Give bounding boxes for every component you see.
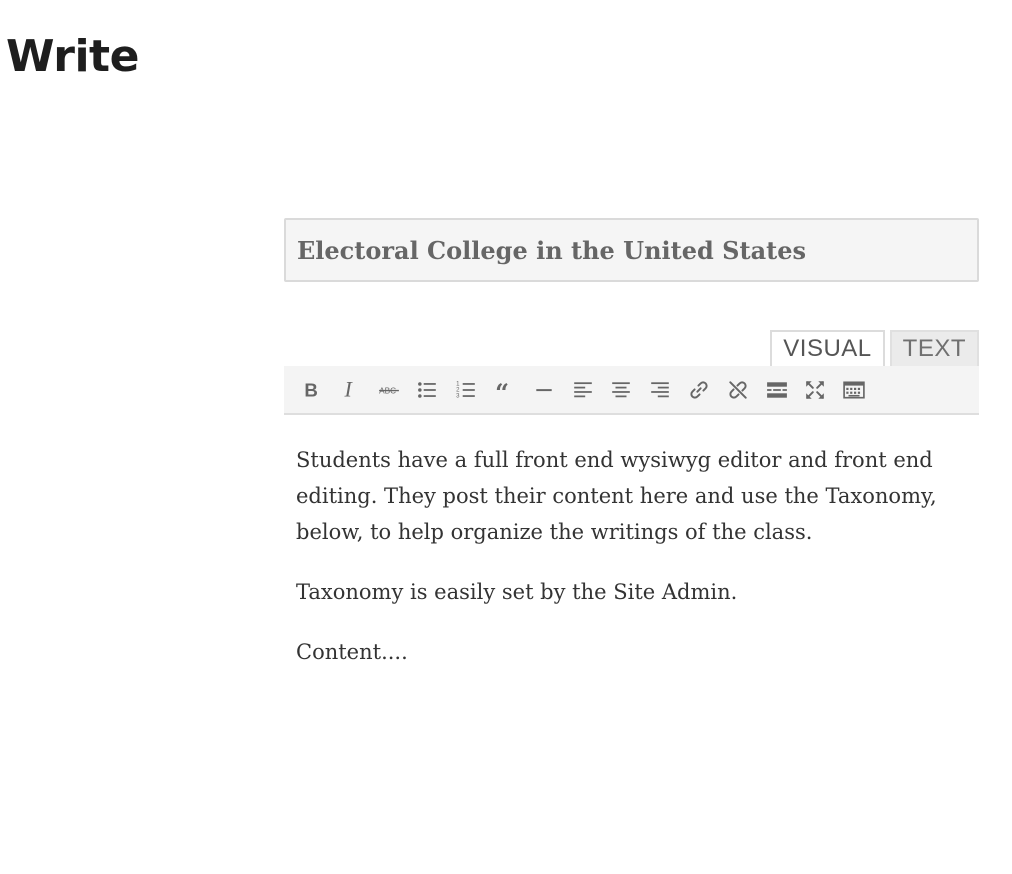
fullscreen-button[interactable] bbox=[800, 375, 830, 405]
tab-text[interactable]: TEXT bbox=[889, 330, 979, 366]
editor-toolbar: B I ABC 123 “ bbox=[284, 366, 979, 415]
horizontal-line-icon bbox=[536, 388, 552, 391]
post-title-input[interactable] bbox=[284, 218, 979, 282]
post-editor: VISUAL TEXT B I ABC 123 “ bbox=[284, 218, 979, 664]
bold-icon: B bbox=[304, 379, 318, 400]
svg-text:B: B bbox=[304, 379, 318, 400]
bold-button[interactable]: B bbox=[296, 375, 326, 405]
align-left-button[interactable] bbox=[568, 375, 598, 405]
align-right-button[interactable] bbox=[645, 375, 675, 405]
numbered-list-icon: 123 bbox=[456, 381, 475, 399]
svg-text:3: 3 bbox=[456, 393, 460, 399]
page-title: Write bbox=[6, 31, 139, 82]
bulleted-list-button[interactable] bbox=[412, 375, 442, 405]
blockquote-button[interactable]: “ bbox=[490, 375, 520, 405]
editor-content[interactable]: Students have a full front end wysiwyg e… bbox=[296, 442, 956, 694]
remove-link-icon bbox=[729, 380, 747, 399]
toolbar-toggle-icon bbox=[843, 380, 865, 399]
content-paragraph: Taxonomy is easily set by the Site Admin… bbox=[296, 580, 738, 604]
content-paragraph: Content.... bbox=[296, 640, 408, 664]
read-more-icon bbox=[766, 381, 787, 398]
align-center-button[interactable] bbox=[606, 375, 636, 405]
align-right-icon bbox=[651, 381, 669, 397]
strikethrough-icon: ABC bbox=[378, 386, 399, 395]
toolbar-toggle-button[interactable] bbox=[839, 375, 869, 405]
strikethrough-button[interactable]: ABC bbox=[374, 375, 404, 405]
italic-button[interactable]: I bbox=[335, 375, 365, 405]
tab-visual[interactable]: VISUAL bbox=[770, 330, 885, 366]
svg-text:I: I bbox=[343, 379, 353, 401]
remove-link-button[interactable] bbox=[723, 375, 753, 405]
fullscreen-icon bbox=[806, 380, 825, 399]
align-center-icon bbox=[612, 381, 631, 397]
bulleted-list-icon bbox=[418, 381, 437, 398]
read-more-button[interactable] bbox=[762, 375, 792, 405]
blockquote-icon: “ bbox=[495, 379, 509, 401]
content-paragraph: Students have a full front end wysiwyg e… bbox=[296, 448, 937, 544]
italic-icon: I bbox=[343, 379, 353, 401]
align-left-icon bbox=[573, 381, 592, 397]
horizontal-line-button[interactable] bbox=[529, 375, 559, 405]
insert-link-button[interactable] bbox=[684, 375, 714, 405]
editor-mode-tabs: VISUAL TEXT bbox=[770, 330, 979, 366]
svg-text:“: “ bbox=[495, 379, 509, 401]
numbered-list-button[interactable]: 123 bbox=[451, 375, 481, 405]
insert-link-icon bbox=[690, 380, 708, 399]
